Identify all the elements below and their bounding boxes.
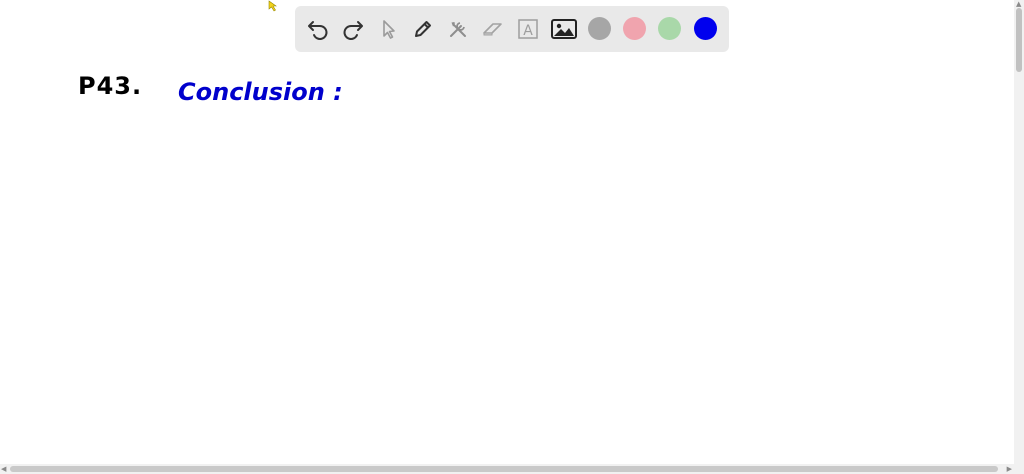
scroll-right-icon[interactable]: ▶ (1007, 465, 1012, 473)
cursor-marker-icon (268, 0, 277, 12)
color-pink-swatch[interactable] (623, 17, 646, 40)
drawing-toolbar: A (295, 6, 729, 52)
problem-label: P43. (78, 72, 143, 100)
color-gray-swatch[interactable] (588, 17, 611, 40)
pointer-icon (383, 20, 395, 39)
eraser-icon (483, 23, 502, 36)
redo-icon (343, 21, 363, 40)
text-icon: A (518, 19, 538, 39)
tools-button[interactable] (443, 14, 473, 44)
tools-icon (450, 22, 466, 37)
vertical-scrollbar[interactable]: ▲ (1014, 0, 1024, 464)
undo-icon (308, 21, 328, 40)
vertical-scroll-thumb[interactable] (1016, 8, 1022, 72)
pen-tool-button[interactable] (408, 14, 438, 44)
image-insert-button[interactable] (549, 14, 579, 44)
scroll-up-icon[interactable]: ▲ (1016, 0, 1021, 8)
whiteboard-canvas[interactable]: A P43. Conclusion : (0, 0, 1014, 464)
horizontal-scroll-thumb[interactable] (10, 466, 998, 472)
conclusion-heading: Conclusion : (178, 78, 343, 106)
undo-button[interactable] (303, 14, 333, 44)
redo-button[interactable] (338, 14, 368, 44)
color-green-swatch[interactable] (658, 17, 681, 40)
scroll-left-icon[interactable]: ◀ (1, 465, 6, 473)
svg-text:A: A (523, 23, 533, 39)
color-blue-swatch[interactable] (694, 17, 717, 40)
select-tool-button[interactable] (373, 14, 403, 44)
pen-icon (415, 21, 431, 37)
horizontal-scrollbar[interactable]: ◀ ▶ (0, 464, 1024, 474)
image-icon (551, 19, 577, 39)
eraser-button[interactable] (478, 14, 508, 44)
text-tool-button[interactable]: A (513, 14, 543, 44)
